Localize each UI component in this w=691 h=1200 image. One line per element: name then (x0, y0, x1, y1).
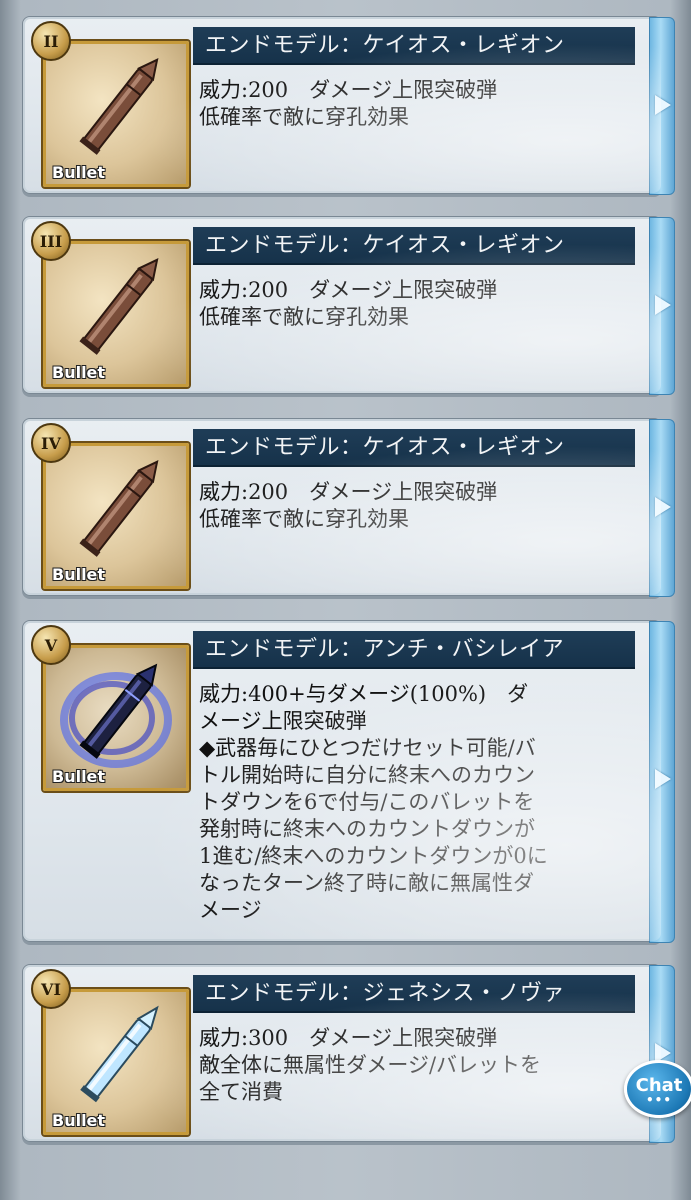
desc-line: 威力:200 ダメージ上限突破弾 (199, 78, 498, 102)
arrow-right-icon[interactable] (655, 295, 671, 315)
desc-line: 低確率で敵に穿孔効果 (199, 105, 409, 129)
desc-line: 威力:200 ダメージ上限突破弾 (199, 480, 498, 504)
bullet-title: エンドモデル：ジェネシス・ノヴァ (193, 975, 635, 1013)
arrow-right-icon[interactable] (655, 497, 671, 517)
ellipsis-icon: ••• (645, 1092, 672, 1107)
bullet-description: 威力:400+与ダメージ(100%) ダ メージ上限突破弾 ◆武器毎にひとつだけ… (199, 681, 629, 924)
bullet-thumbnail: Bullet (43, 645, 189, 791)
arrow-right-icon[interactable] (655, 95, 671, 115)
desc-line: 威力:300 ダメージ上限突破弾 (199, 1026, 498, 1050)
bullet-title: エンドモデル：アンチ・バシレイア (193, 631, 635, 669)
bullet-thumbnail: Bullet (43, 41, 189, 187)
desc-line: ◆武器毎にひとつだけセット可能/バ (199, 736, 536, 760)
bullet-title: エンドモデル：ケイオス・レギオン (193, 429, 635, 467)
desc-line: メージ上限突破弾 (199, 709, 367, 733)
rank-numeral-badge: IV (31, 423, 71, 463)
rank-numeral-badge: V (31, 625, 71, 665)
item-type-label: Bullet (52, 363, 106, 382)
bullet-thumbnail: Bullet (43, 443, 189, 589)
rank-numeral-badge: VI (31, 969, 71, 1009)
bullet-description: 威力:200 ダメージ上限突破弾 低確率で敵に穿孔効果 (199, 77, 629, 131)
bullet-card[interactable]: II Bullet エンドモデル：ケイオス・レギオン 威力:200 ダメージ上限… (22, 16, 675, 195)
bullet-card[interactable]: V Bullet エンドモデル：アンチ・バシレイア 威力:400+与ダメージ(1… (22, 620, 675, 943)
rank-numeral-badge: II (31, 21, 71, 61)
bullet-description: 威力:200 ダメージ上限突破弾 低確率で敵に穿孔効果 (199, 277, 629, 331)
bullet-thumbnail: Bullet (43, 989, 189, 1135)
desc-line: 敵全体に無属性ダメージ/バレットを (199, 1053, 542, 1077)
item-type-label: Bullet (52, 565, 106, 584)
desc-line: トル開始時に自分に終末へのカウン (199, 763, 535, 787)
desc-line: 全て消費 (199, 1080, 283, 1104)
bullet-card[interactable]: IV Bullet エンドモデル：ケイオス・レギオン 威力:200 ダメージ上限… (22, 418, 675, 597)
bullet-card[interactable]: VI Bullet エンドモデル：ジェネシス・ノヴァ 威力:300 ダメージ上限… (22, 964, 675, 1143)
bullet-thumbnail: Bullet (43, 241, 189, 387)
desc-line: メージ (199, 898, 262, 922)
bullet-card[interactable]: III Bullet エンドモデル：ケイオス・レギオン 威力:200 ダメージ上… (22, 216, 675, 395)
chat-button[interactable]: Chat ••• (624, 1060, 691, 1118)
item-type-label: Bullet (52, 1111, 106, 1130)
desc-line: 低確率で敵に穿孔効果 (199, 507, 409, 531)
bullet-title: エンドモデル：ケイオス・レギオン (193, 227, 635, 265)
rank-numeral-badge: III (31, 221, 71, 261)
item-type-label: Bullet (52, 163, 106, 182)
desc-line: 威力:200 ダメージ上限突破弾 (199, 278, 498, 302)
bullet-title: エンドモデル：ケイオス・レギオン (193, 27, 635, 65)
desc-line: 発射時に終末へのカウントダウンが (199, 817, 535, 841)
desc-line: なったターン終了時に敵に無属性ダ (199, 871, 534, 895)
bullet-description: 威力:300 ダメージ上限突破弾 敵全体に無属性ダメージ/バレットを 全て消費 (199, 1025, 629, 1106)
desc-line: 1進む/終末へのカウントダウンが0に (199, 844, 548, 868)
desc-line: 威力:400+与ダメージ(100%) ダ (199, 682, 529, 706)
bullet-description: 威力:200 ダメージ上限突破弾 低確率で敵に穿孔効果 (199, 479, 629, 533)
item-type-label: Bullet (52, 767, 106, 786)
desc-line: 低確率で敵に穿孔効果 (199, 305, 409, 329)
desc-line: トダウンを6で付与/このバレットを (199, 790, 535, 814)
arrow-right-icon[interactable] (655, 769, 671, 789)
